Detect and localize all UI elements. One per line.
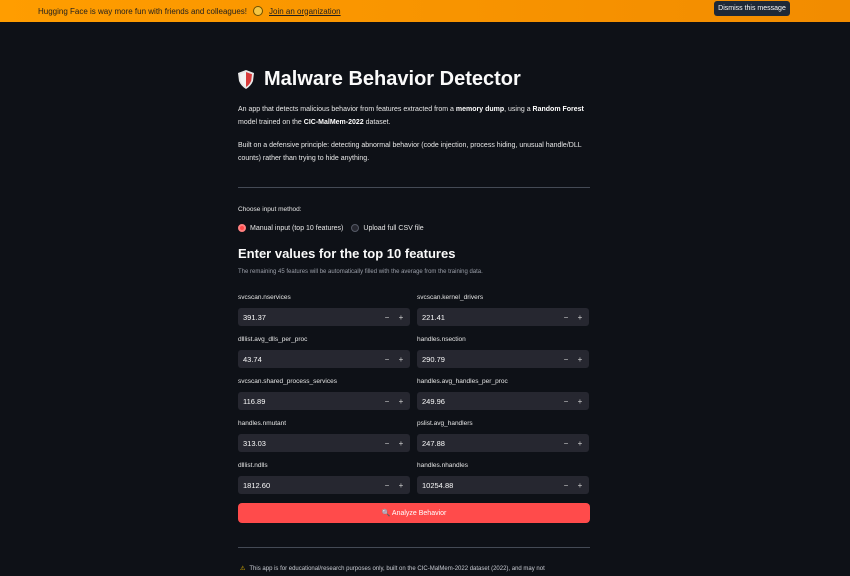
page-title: Malware Behavior Detector [264, 68, 521, 90]
increment-button[interactable]: + [394, 350, 408, 368]
field-label: dlllist.avg_dlls_per_proc [238, 336, 308, 343]
banner-message: Hugging Face is way more fun with friend… [38, 6, 247, 16]
increment-button[interactable]: + [573, 392, 587, 410]
number-input: 249.96− + [417, 392, 589, 410]
increment-button[interactable]: + [394, 308, 408, 326]
decrement-button[interactable]: − [559, 392, 573, 410]
number-input-value[interactable]: 221.41 [422, 313, 559, 322]
number-input: 1812.60− + [238, 476, 410, 494]
radio-upload-csv[interactable] [351, 224, 360, 232]
field-label: handles.nhandles [417, 462, 468, 469]
radio-manual-label[interactable]: Manual input (top 10 features) [250, 225, 343, 232]
number-input: 10254.88− + [417, 476, 589, 494]
number-input: 221.41− + [417, 308, 589, 326]
number-input-value[interactable]: 247.88 [422, 439, 559, 448]
number-input-value[interactable]: 43.74 [243, 355, 380, 364]
decrement-button[interactable]: − [559, 308, 573, 326]
principle-paragraph: Built on a defensive principle: detectin… [238, 142, 582, 162]
intro-text-2: , using a [504, 106, 533, 113]
intro-text-1: An app that detects malicious behavior f… [238, 106, 456, 113]
field-label: svcscan.kernel_drivers [417, 294, 484, 301]
number-input-value[interactable]: 290.79 [422, 355, 559, 364]
decrement-button[interactable]: − [380, 308, 394, 326]
number-input-value[interactable]: 116.89 [243, 397, 380, 406]
intro-bold-dataset: CIC-MalMem-2022 [303, 119, 364, 126]
field-label: dlllist.ndlls [238, 462, 268, 469]
number-input-value[interactable]: 10254.88 [422, 481, 559, 490]
increment-button[interactable]: + [573, 350, 587, 368]
increment-button[interactable]: + [573, 434, 587, 452]
intro-paragraph: An app that detects malicious behavior f… [238, 103, 590, 129]
increment-button[interactable]: + [573, 308, 587, 326]
features-heading: Enter values for the top 10 features [238, 246, 456, 261]
decrement-button[interactable]: − [559, 476, 573, 494]
intro-bold-random-forest: Random Forest [532, 106, 584, 113]
field-label: svcscan.nservices [238, 294, 291, 301]
radio-upload-label[interactable]: Upload full CSV file [363, 225, 423, 232]
number-input-value[interactable]: 391.37 [243, 313, 380, 322]
field-label: handles.avg_handles_per_proc [417, 378, 508, 385]
analyze-behavior-button[interactable]: 🔍 Analyze Behavior [238, 503, 590, 523]
main-content: Malware Behavior Detector An app that de… [238, 60, 590, 275]
input-method-label: Choose input method: [238, 206, 302, 213]
field-label: handles.nmutant [238, 420, 287, 427]
number-input: 116.89− + [238, 392, 410, 410]
decrement-button[interactable]: − [380, 476, 394, 494]
intro-text-4: dataset. [363, 119, 391, 126]
number-input-value[interactable]: 1812.60 [243, 481, 380, 490]
number-input: 391.37− + [238, 308, 410, 326]
dismiss-message-button[interactable]: Dismiss this message [714, 1, 790, 16]
increment-button[interactable]: + [394, 392, 408, 410]
disclaimer-body: This app is for educational/research pur… [249, 566, 545, 572]
page-title-row: Malware Behavior Detector [238, 68, 590, 91]
field-label: pslist.avg_handlers [417, 420, 473, 427]
radio-manual-input[interactable] [238, 224, 246, 232]
features-caption: The remaining 45 features will be automa… [238, 269, 483, 275]
divider [238, 187, 590, 188]
warning-icon: ⚠ [240, 566, 246, 572]
intro-bold-memory-dump: memory dump [455, 106, 505, 113]
intro-text-3: model trained on the [238, 119, 304, 126]
decrement-button[interactable]: − [559, 434, 573, 452]
number-input: 313.03− + [238, 434, 410, 452]
number-input: 247.88− + [417, 434, 589, 452]
disclaimer-text: ⚠ This app is for educational/research pu… [240, 565, 545, 572]
decrement-button[interactable]: − [380, 350, 394, 368]
number-input-value[interactable]: 313.03 [243, 439, 380, 448]
number-input: 43.74− + [238, 350, 410, 368]
increment-button[interactable]: + [573, 476, 587, 494]
smile-emoji-icon [253, 6, 263, 16]
decrement-button[interactable]: − [559, 350, 573, 368]
field-label: svcscan.shared_process_services [238, 378, 337, 385]
shield-icon [238, 70, 254, 89]
number-input-value[interactable]: 249.96 [422, 397, 559, 406]
number-input: 290.79− + [417, 350, 589, 368]
decrement-button[interactable]: − [380, 392, 394, 410]
input-method-radio-group: Manual input (top 10 features) Upload fu… [238, 224, 590, 232]
footer-divider [238, 547, 590, 548]
increment-button[interactable]: + [394, 476, 408, 494]
field-label: handles.nsection [417, 336, 466, 343]
decrement-button[interactable]: − [380, 434, 394, 452]
increment-button[interactable]: + [394, 434, 408, 452]
join-organization-link[interactable]: Join an organization [269, 7, 341, 16]
